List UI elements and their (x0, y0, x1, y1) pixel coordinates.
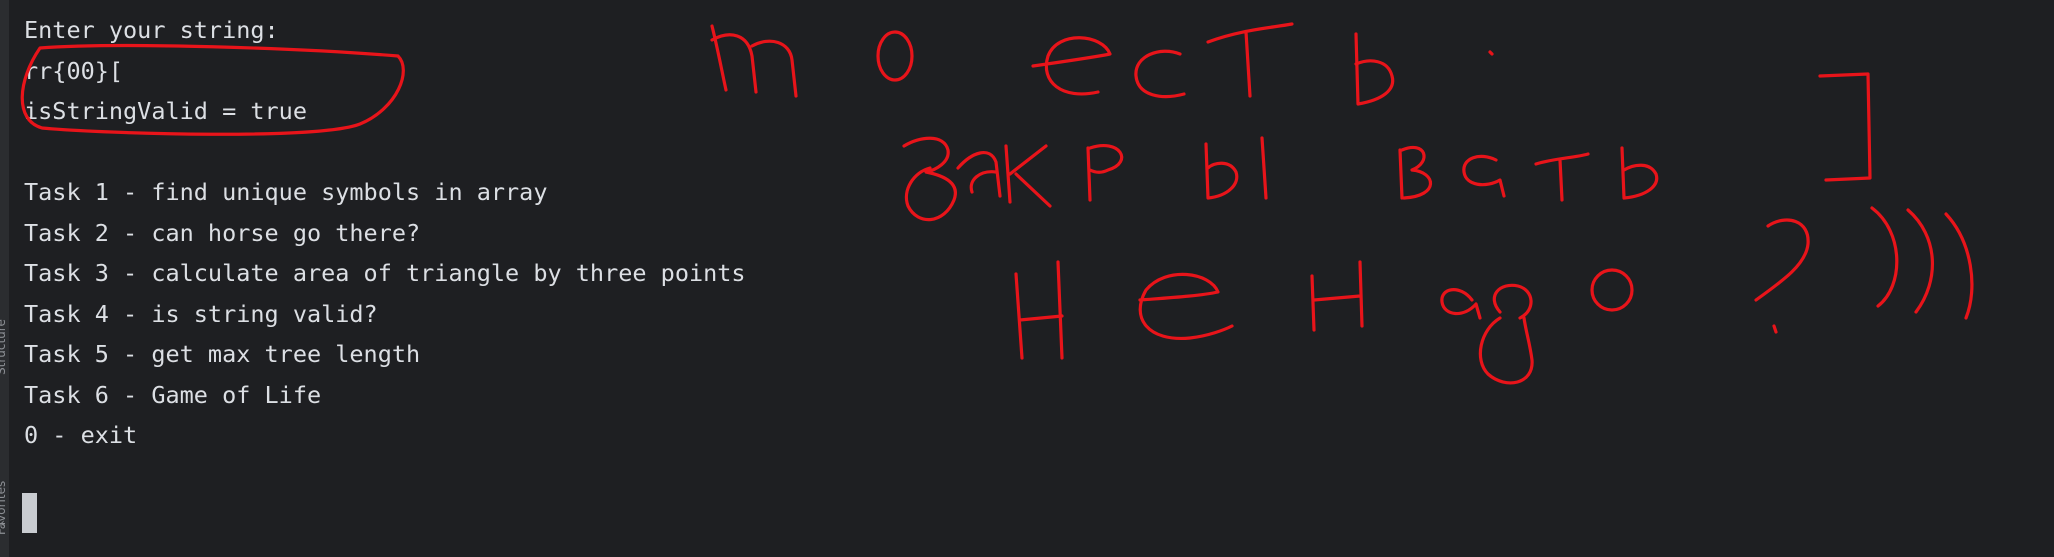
handwriting-dot (1488, 50, 1494, 56)
result-line: isStringValid = true (24, 97, 307, 125)
handwriting-letter-s (1134, 49, 1186, 99)
text-cursor[interactable] (22, 493, 37, 533)
handwriting-letter-t2 (1534, 152, 1590, 202)
handwriting-letter-z (902, 136, 957, 222)
menu-item-task-4: Task 4 - is string valid? (24, 299, 378, 328)
handwriting-letter-o2 (1590, 268, 1634, 312)
handwriting-letter-k (1004, 144, 1052, 208)
handwriting-letter-n2 (1310, 260, 1364, 332)
handwriting-letter-d (1478, 283, 1534, 385)
terminal-window[interactable]: Structure Favorites ‹ Enter your string:… (0, 0, 2054, 557)
menu-item-task-1: Task 1 - find unique symbols in array (24, 178, 548, 206)
menu-item-task-5: Task 5 - get max tree length (24, 340, 421, 368)
handwriting-question-mark (1754, 218, 1810, 334)
handwriting-letter-r (1086, 144, 1124, 202)
handwriting-letter-n1 (1014, 260, 1064, 360)
collapse-arrow-icon[interactable]: ‹ (0, 516, 5, 530)
handwriting-letter-e2 (1138, 272, 1234, 341)
menu-item-exit: 0 - exit (24, 421, 138, 449)
handwriting-paren2 (1906, 208, 1934, 314)
input-echo-line: rr{00}[ (24, 56, 124, 85)
structure-tab[interactable]: Structure (0, 245, 8, 375)
terminal-output: Enter your string: rr{00}[ isStringValid… (24, 10, 746, 456)
menu-item-task-3: Task 3 - calculate area of triangle by t… (24, 259, 746, 287)
handwriting-letter-o (876, 30, 914, 82)
handwriting-letter-y (1204, 136, 1268, 200)
handwriting-letter-v (1398, 145, 1433, 200)
menu-item-task-2: Task 2 - can horse go there? (24, 218, 421, 247)
handwriting-letter-a2 (1462, 154, 1506, 198)
handwriting-letter-soft (1354, 32, 1395, 106)
menu-item-task-6: Task 6 - Game of Life (24, 380, 322, 409)
handwriting-letter-soft2 (1620, 146, 1659, 200)
handwriting-letter-a3 (1440, 288, 1482, 320)
handwriting-paren1 (1870, 206, 1899, 308)
handwriting-bracket (1818, 72, 1872, 182)
prompt-line: Enter your string: (24, 16, 279, 44)
handwriting-paren3 (1944, 212, 1974, 320)
handwriting-letter-e (1031, 36, 1112, 96)
tool-window-strip: Structure Favorites ‹ (0, 0, 9, 557)
blank-line (24, 132, 746, 173)
handwriting-letter-t (1206, 22, 1294, 98)
handwriting-letter-a1 (956, 151, 1002, 198)
